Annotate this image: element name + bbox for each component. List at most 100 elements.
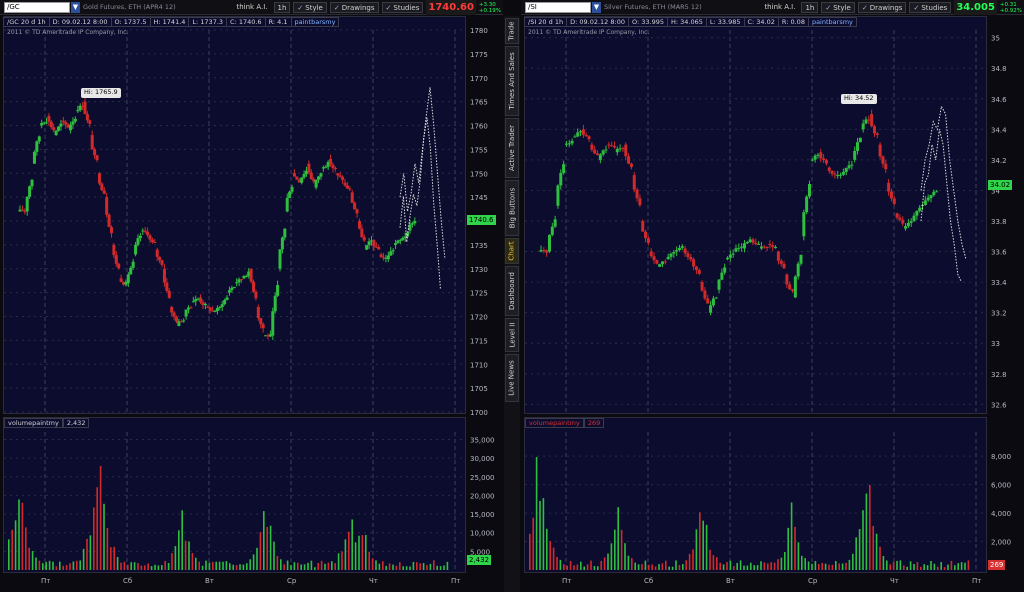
ohlc-info-bar: /SI 20 d 1h D: 09.02.12 8:00 O: 33.995 H… (524, 16, 857, 27)
candle-body (556, 185, 560, 206)
candle-body (413, 220, 417, 224)
volume-bar (276, 555, 279, 570)
candle-body (256, 306, 260, 319)
volume-bar (716, 557, 718, 570)
volume-bar (563, 564, 565, 570)
volume-bar (767, 563, 769, 570)
candle-body (379, 254, 383, 258)
volume-bar (337, 553, 340, 570)
volume-bar (556, 556, 558, 570)
volume-bar (957, 563, 959, 570)
tab-big-buttons[interactable]: Big Buttons (505, 180, 519, 236)
volume-bar (11, 529, 13, 570)
volume-bar (746, 565, 749, 570)
candle-body (765, 246, 769, 248)
candle-body (174, 316, 178, 322)
info-high: H: 34.065 (667, 16, 707, 27)
candle-body (629, 163, 633, 168)
candle-body (740, 246, 744, 248)
candle-body (348, 188, 352, 190)
volume-bar (770, 562, 772, 570)
volume-tick-label: 15,000 (470, 511, 495, 519)
candle-body (362, 237, 366, 241)
volume-bar (882, 555, 885, 570)
candle-body (88, 120, 92, 124)
info-study[interactable]: paintbarsmy (291, 16, 340, 27)
candle-body (307, 163, 311, 173)
candle-body (774, 247, 778, 249)
volume-bar (692, 549, 694, 570)
volume-bar (205, 560, 207, 570)
candle-body (261, 324, 265, 329)
volume-bar (385, 565, 387, 570)
volume-bar (28, 547, 30, 570)
candle-body (675, 250, 679, 252)
volume-bar (300, 564, 302, 570)
price-tick-label: 1745 (470, 194, 488, 202)
volume-bar (147, 563, 149, 570)
time-axis-label: Пт (562, 577, 571, 585)
volume-bar (535, 457, 538, 570)
tab-level-ii[interactable]: Level II (505, 318, 519, 352)
volume-bar (14, 520, 17, 570)
candle-body (314, 179, 318, 188)
info-range: R: 0.08 (778, 16, 809, 27)
volume-bar (422, 563, 425, 570)
volume-bar (937, 566, 939, 570)
candle-body (355, 209, 359, 214)
candle-body (726, 257, 730, 260)
price-tick-label: 1725 (470, 290, 488, 298)
candle-body (590, 144, 594, 150)
candle-body (69, 124, 73, 131)
volume-bar (123, 561, 126, 570)
candle-body (872, 126, 876, 134)
price-tick-label: 1775 (470, 51, 488, 59)
volume-bar (920, 566, 922, 570)
volume-bar (116, 556, 119, 570)
volume-bar (852, 553, 854, 570)
candle-body (652, 256, 656, 261)
price-tick-label: 1750 (470, 170, 488, 178)
volume-bar (780, 557, 783, 570)
candle-body (669, 253, 673, 257)
candle-body (793, 276, 797, 298)
candle-body (235, 282, 239, 284)
volume-bar (433, 560, 435, 570)
volume-bar (436, 565, 438, 570)
tab-live-news[interactable]: Live News (505, 354, 519, 402)
candle-body (748, 239, 752, 242)
tab-active-trader[interactable]: Active Trader (505, 118, 519, 178)
candle-body (723, 267, 727, 273)
volume-bar (648, 564, 650, 570)
candle-body (109, 226, 113, 234)
tab-chart[interactable]: Chart (505, 238, 519, 264)
volume-bar (603, 557, 606, 570)
volume-bar (212, 561, 214, 570)
candle-body (290, 186, 294, 192)
volume-bar (127, 564, 129, 570)
candle-body (680, 246, 684, 248)
time-axis-label: Чт (369, 577, 378, 585)
volume-bar (229, 563, 231, 570)
volume-bar (726, 562, 728, 570)
info-study[interactable]: paintbarsmy (808, 16, 857, 27)
candle-body (85, 114, 89, 121)
volume-bar (167, 562, 170, 570)
volume-bar (239, 564, 241, 570)
price-tick-label: 1770 (470, 75, 488, 83)
volume-bar (188, 541, 190, 570)
tab-dashboard[interactable]: Dashboard (505, 266, 519, 316)
candle-body (898, 217, 902, 220)
candle-body (162, 268, 166, 283)
candle-body (61, 120, 65, 123)
volume-bar (943, 567, 946, 570)
volume-bar (378, 563, 381, 570)
copyright-text: 2011 © TD Ameritrade IP Company, Inc. (7, 29, 129, 36)
tab-trade[interactable]: Trade (505, 18, 519, 44)
tab-times-and-sales[interactable]: Times And Sales (505, 46, 519, 116)
volume-bar (539, 500, 541, 570)
candle-body (824, 160, 828, 164)
candle-body (160, 260, 164, 265)
volume-bar (354, 542, 357, 570)
volume-bar (45, 561, 47, 570)
